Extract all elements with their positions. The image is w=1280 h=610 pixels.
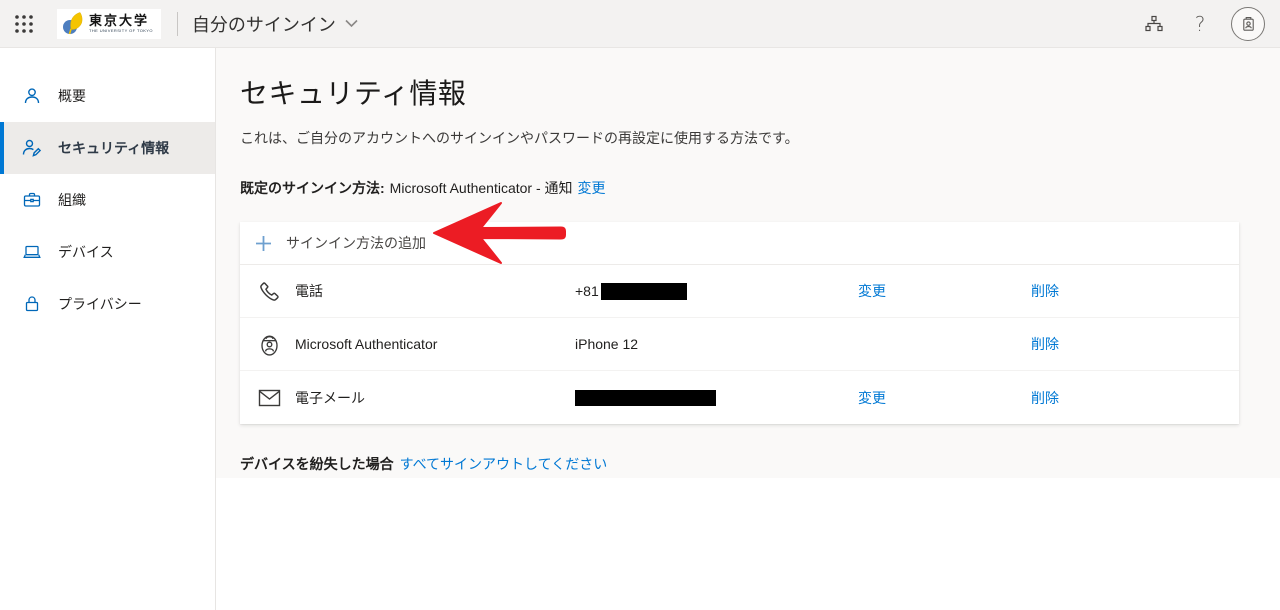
help-icon: ? [1195, 12, 1206, 36]
method-value: iPhone 12 [575, 336, 858, 352]
logo-subtitle: THE UNIVERSITY OF TOKYO [89, 29, 153, 33]
change-email-link[interactable]: 変更 [858, 388, 1031, 408]
default-method-value: Microsoft Authenticator - 通知 [390, 178, 573, 198]
default-signin-method-line: 既定のサインイン方法: Microsoft Authenticator - 通知… [240, 178, 1280, 198]
chevron-down-icon [345, 19, 358, 28]
sidebar-item-overview[interactable]: 概要 [0, 70, 215, 122]
page-title: セキュリティ情報 [240, 72, 1280, 112]
authenticator-icon [256, 331, 282, 357]
lost-device-line: デバイスを紛失した場合 すべてサインアウトしてください [240, 454, 1280, 474]
sidebar-item-label: デバイス [58, 242, 114, 262]
method-value [575, 390, 858, 406]
sidebar-item-privacy[interactable]: プライバシー [0, 278, 215, 330]
id-badge-icon [1239, 14, 1258, 33]
method-name: 電子メール [295, 388, 365, 408]
page-description: これは、ご自分のアカウントへのサインインやパスワードの再設定に使用する方法です。 [240, 128, 1280, 148]
sidebar: 概要 セキュリティ情報 組織 [0, 48, 216, 610]
phone-icon [256, 278, 282, 304]
sidebar-item-label: 組織 [58, 190, 86, 210]
person-icon [21, 85, 43, 107]
organization-switcher-button[interactable] [1131, 0, 1177, 48]
university-logo[interactable]: 東京大学 THE UNIVERSITY OF TOKYO [57, 9, 161, 39]
change-default-method-link[interactable]: 変更 [578, 178, 606, 198]
briefcase-icon [21, 189, 43, 211]
app-title-menu[interactable]: 自分のサインイン [192, 11, 358, 37]
authenticator-device: iPhone 12 [575, 336, 638, 352]
lock-icon [21, 293, 43, 315]
mail-icon [256, 385, 282, 411]
delete-email-link[interactable]: 削除 [1031, 388, 1239, 408]
logo-name: 東京大学 [89, 14, 153, 27]
method-name: 電話 [295, 281, 323, 301]
sidebar-item-devices[interactable]: デバイス [0, 226, 215, 278]
sign-out-everywhere-link[interactable]: すべてサインアウトしてください [400, 454, 608, 474]
signin-methods-table: サインイン方法の追加 電話 +81 [240, 222, 1239, 424]
method-row-email: 電子メール 変更 削除 [240, 371, 1239, 424]
sidebar-item-organization[interactable]: 組織 [0, 174, 215, 226]
org-chart-icon [1144, 14, 1164, 34]
ginkgo-leaf-icon [61, 11, 85, 37]
plus-icon [255, 235, 272, 252]
content-surface: セキュリティ情報 これは、ご自分のアカウントへのサインインやパスワードの再設定に… [216, 48, 1280, 478]
default-method-label: 既定のサインイン方法: [240, 178, 385, 198]
app-launcher-button[interactable] [0, 0, 48, 48]
sidebar-item-label: 概要 [58, 86, 86, 106]
redacted-phone-number [601, 283, 687, 300]
method-row-phone: 電話 +81 変更 削除 [240, 265, 1239, 318]
lost-device-label: デバイスを紛失した場合 [240, 454, 394, 474]
person-edit-icon [21, 137, 43, 159]
change-phone-link[interactable]: 変更 [858, 281, 1031, 301]
method-row-authenticator: Microsoft Authenticator iPhone 12 削除 [240, 318, 1239, 371]
method-value: +81 [575, 283, 858, 300]
delete-authenticator-link[interactable]: 削除 [1031, 334, 1239, 354]
phone-prefix: +81 [575, 283, 599, 299]
sidebar-item-label: セキュリティ情報 [58, 138, 169, 158]
sidebar-item-label: プライバシー [58, 294, 142, 314]
account-avatar[interactable] [1231, 7, 1265, 41]
top-bar: 東京大学 THE UNIVERSITY OF TOKYO 自分のサインイン ? [0, 0, 1280, 48]
method-name: Microsoft Authenticator [295, 336, 437, 352]
laptop-icon [21, 241, 43, 263]
app-title: 自分のサインイン [192, 11, 336, 37]
waffle-icon [14, 14, 34, 34]
topbar-divider [177, 12, 178, 36]
add-method-label: サインイン方法の追加 [286, 233, 426, 253]
main-content: セキュリティ情報 これは、ご自分のアカウントへのサインインやパスワードの再設定に… [216, 48, 1280, 610]
sidebar-item-security-info[interactable]: セキュリティ情報 [0, 122, 215, 174]
add-signin-method-button[interactable]: サインイン方法の追加 [240, 222, 1239, 265]
delete-phone-link[interactable]: 削除 [1031, 281, 1239, 301]
help-button[interactable]: ? [1177, 0, 1223, 48]
redacted-email-address [575, 390, 716, 406]
